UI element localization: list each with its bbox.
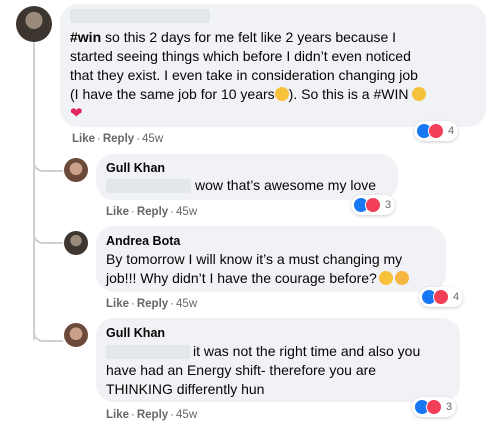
reply-bubble: Gull Khan wow that’s awesome my love (96, 154, 398, 200)
comment-bubble: #win so this 2 days for me felt like 2 y… (60, 4, 486, 127)
like-link[interactable]: Like (72, 133, 95, 145)
thinking-emoji (378, 271, 393, 285)
reply-link[interactable]: Reply (137, 409, 168, 421)
reply-bubble: Andrea Bota By tomorrow I will know it’s… (96, 226, 446, 292)
comment-actions: Like · Reply · 45w (106, 298, 198, 310)
love-reaction-icon (365, 197, 381, 213)
like-link[interactable]: Like (106, 409, 129, 421)
reaction-summary[interactable]: 3 (412, 397, 457, 417)
like-link[interactable]: Like (106, 298, 129, 310)
smile-emoji (274, 87, 289, 101)
comment-actions: Like · Reply · 45w (106, 206, 198, 218)
author-name[interactable]: Gull Khan (106, 326, 165, 340)
avatar[interactable] (64, 158, 88, 182)
hashtag-link[interactable]: #win (70, 29, 101, 45)
timestamp[interactable]: 45w (176, 206, 197, 218)
reply-link[interactable]: Reply (137, 298, 168, 310)
reply-connector (33, 320, 63, 342)
reaction-summary[interactable]: 3 (351, 195, 396, 215)
reply-connector (33, 150, 63, 172)
grin-emoji (412, 87, 427, 101)
avatar[interactable] (64, 323, 88, 347)
comment-text: wow that’s awesome my love (195, 177, 377, 193)
avatar[interactable] (16, 6, 52, 42)
timestamp[interactable]: 45w (176, 409, 197, 421)
timestamp[interactable]: 45w (142, 133, 163, 145)
comment-text: By tomorrow I will know it’s a must chan… (106, 250, 444, 288)
reply-bubble: Gull Khan it was not the right time and … (96, 318, 460, 402)
comment-text: it was not the right time and also you h… (106, 343, 421, 397)
thread-line (33, 40, 35, 340)
timestamp[interactable]: 45w (176, 298, 197, 310)
comment-actions: Like · Reply · 45w (72, 133, 164, 145)
author-name[interactable]: Gull Khan (106, 161, 165, 175)
reply-connector (33, 222, 63, 244)
author-name-redacted (70, 9, 210, 23)
heart-emoji: ❤ (70, 105, 83, 122)
reply-link[interactable]: Reply (137, 206, 168, 218)
love-reaction-icon (433, 289, 449, 305)
like-link[interactable]: Like (106, 206, 129, 218)
mention-redacted (106, 179, 191, 193)
reaction-summary[interactable]: 4 (419, 287, 464, 307)
avatar[interactable] (64, 231, 88, 255)
comment-actions: Like · Reply · 45w (106, 409, 198, 421)
reply-link[interactable]: Reply (103, 133, 134, 145)
author-name[interactable]: Andrea Bota (106, 234, 180, 248)
love-reaction-icon (428, 123, 444, 139)
reaction-summary[interactable]: 4 (414, 121, 459, 141)
cat-emoji (394, 271, 409, 285)
love-reaction-icon (426, 399, 442, 415)
comment-text: #win so this 2 days for me felt like 2 y… (70, 28, 480, 123)
